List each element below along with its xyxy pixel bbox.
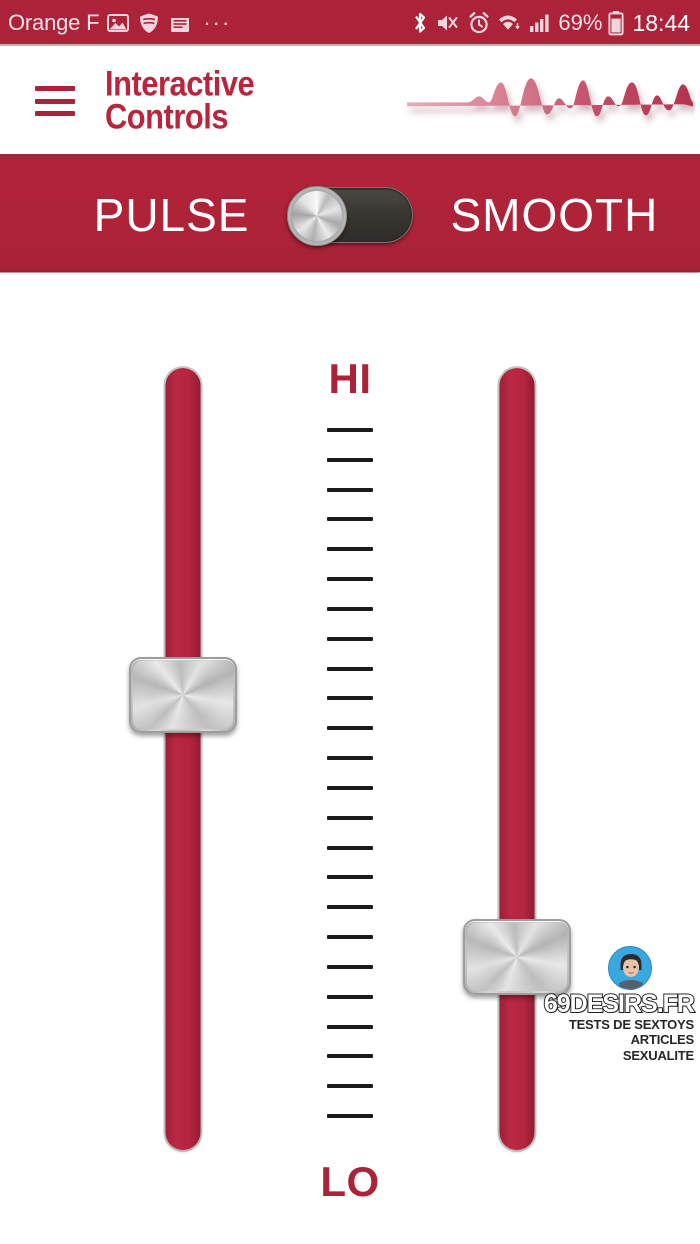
scale-ticks <box>304 428 396 1118</box>
scale-tick <box>327 517 373 522</box>
scale-tick <box>327 487 373 492</box>
scale-tick <box>327 935 373 940</box>
scale-tick <box>327 1114 373 1118</box>
alarm-icon <box>469 12 489 34</box>
page-title: Interactive Controls <box>105 67 275 136</box>
scale-tick <box>327 964 373 969</box>
scale-tick <box>327 606 373 611</box>
intensity-scale: HI LO <box>304 333 396 1213</box>
scale-tick <box>327 457 373 462</box>
clock-label: 18:44 <box>632 9 690 36</box>
battery-icon <box>608 11 625 36</box>
scale-tick <box>327 666 373 671</box>
scale-label-hi: HI <box>328 355 372 402</box>
page-title-line-2: Controls <box>105 97 229 136</box>
mode-toggle-bar: PULSE SMOOTH <box>0 157 700 272</box>
shield-icon <box>140 13 159 33</box>
scale-tick <box>327 785 373 790</box>
app-root: Orange F ··· 69% 18:44 Interactive Contr… <box>0 0 700 1244</box>
wifi-icon <box>499 15 521 30</box>
scale-tick <box>327 815 373 820</box>
scale-label-lo: LO <box>320 1158 380 1205</box>
hamburger-bar-2 <box>35 98 75 104</box>
overflow-dots-icon: ··· <box>203 10 232 35</box>
mode-label-pulse[interactable]: PULSE <box>48 188 288 242</box>
carrier-label: Orange F <box>8 10 100 35</box>
scale-tick <box>327 905 373 910</box>
app-header: Interactive Controls <box>0 46 700 156</box>
status-bar-right: 69% 18:44 <box>411 10 690 37</box>
photo-icon <box>107 14 130 32</box>
status-bar-left: Orange F ··· <box>8 10 411 36</box>
main-content: OUTER HI LO INNER <box>0 273 700 1244</box>
slider-inner-knob[interactable] <box>463 918 571 995</box>
scale-tick <box>327 845 373 850</box>
slider-outer-knob[interactable] <box>129 657 237 734</box>
scale-tick <box>327 547 373 552</box>
scale-tick <box>327 875 373 880</box>
scale-tick <box>327 1024 373 1029</box>
mode-toggle-knob[interactable] <box>286 185 347 246</box>
scale-tick <box>327 756 373 761</box>
slider-outer[interactable]: OUTER <box>123 368 243 1244</box>
scale-tick <box>327 726 373 731</box>
signal-icon <box>530 14 549 32</box>
battery-percent-label: 69% <box>558 10 603 35</box>
avatar-icon <box>608 946 652 990</box>
scale-tick <box>327 577 373 582</box>
scale-tick <box>327 994 373 999</box>
mute-vibrate-icon <box>438 15 458 31</box>
scale-tick <box>327 1054 373 1059</box>
scale-tick <box>327 636 373 641</box>
bluetooth-icon <box>415 12 426 33</box>
slider-outer-track[interactable] <box>165 368 201 1150</box>
hamburger-menu-icon[interactable] <box>35 86 75 116</box>
hamburger-bar-1 <box>35 86 75 91</box>
slider-inner-track[interactable] <box>499 368 535 1150</box>
hamburger-bar-3 <box>35 111 75 116</box>
status-bar: Orange F ··· 69% 18:44 <box>0 0 700 46</box>
scale-tick <box>327 696 373 701</box>
waveform-icon <box>407 78 693 117</box>
scale-tick <box>327 428 373 432</box>
mode-toggle-switch[interactable] <box>286 185 413 246</box>
notes-icon <box>171 14 190 32</box>
scale-tick <box>327 1084 373 1089</box>
slider-inner[interactable]: INNER <box>457 368 577 1244</box>
mode-label-smooth[interactable]: SMOOTH <box>413 188 658 242</box>
